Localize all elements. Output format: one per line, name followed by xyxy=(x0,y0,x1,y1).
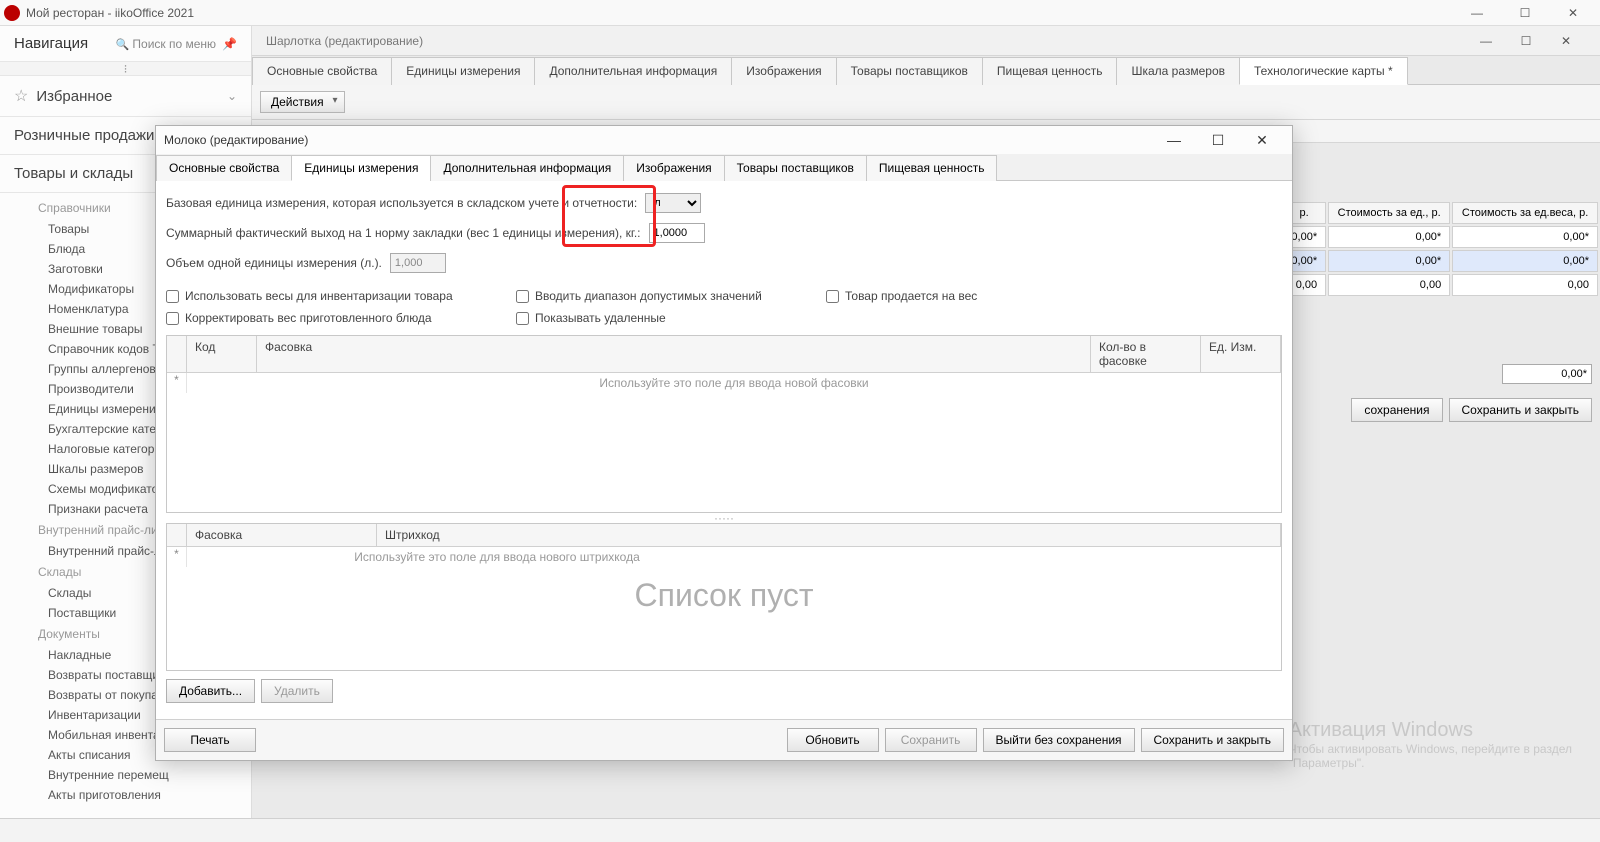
save-button[interactable]: Сохранить xyxy=(885,728,977,752)
dialog-tab[interactable]: Товары поставщиков xyxy=(724,155,867,181)
input-range-checkbox[interactable] xyxy=(516,290,529,303)
bg-exit-button[interactable]: сохранения xyxy=(1351,398,1442,422)
dialog-title: Молоко (редактирование) xyxy=(164,133,1152,147)
col-unit[interactable]: Ед. Изм. xyxy=(1201,336,1281,372)
volume-input xyxy=(390,253,446,273)
base-unit-select[interactable]: л xyxy=(645,193,701,213)
show-deleted-checkbox[interactable] xyxy=(516,312,529,325)
save-close-button[interactable]: Сохранить и закрыть xyxy=(1141,728,1284,752)
new-row-icon: * xyxy=(167,547,187,567)
base-unit-label: Базовая единица измерения, которая испол… xyxy=(166,196,637,210)
chevron-down-icon[interactable]: ⌄ xyxy=(227,89,237,103)
tab[interactable]: Основные свойства xyxy=(252,57,392,85)
window-maximize-button[interactable]: ☐ xyxy=(1502,1,1548,25)
pin-icon[interactable]: 📌 xyxy=(222,37,237,51)
document-tabs: Основные свойстваЕдиницы измеренияДополн… xyxy=(252,56,1600,85)
cost-table: р.Стоимость за ед., р.Стоимость за ед.ве… xyxy=(1280,200,1600,298)
bg-save-close-button[interactable]: Сохранить и закрыть xyxy=(1449,398,1592,422)
dialog-tab[interactable]: Единицы измерения xyxy=(291,155,431,181)
tree-item[interactable]: Акты приготовления xyxy=(0,785,251,805)
dialog-close-button[interactable]: ✕ xyxy=(1240,127,1284,153)
use-scales-checkbox[interactable] xyxy=(166,290,179,303)
col-barcode[interactable]: Штрихкод xyxy=(377,524,1281,546)
window-minimize-button[interactable]: — xyxy=(1454,1,1500,25)
app-titlebar: Мой ресторан - iikoOffice 2021 — ☐ ✕ xyxy=(0,0,1600,26)
doc-close-button[interactable]: ✕ xyxy=(1546,29,1586,53)
tab[interactable]: Дополнительная информация xyxy=(534,57,732,85)
tab[interactable]: Товары поставщиков xyxy=(836,57,983,85)
delete-button[interactable]: Удалить xyxy=(261,679,333,703)
packaging-grid[interactable]: Код Фасовка Кол-во в фасовке Ед. Изм. * … xyxy=(166,335,1282,513)
windows-activation-watermark: Активация Windows Чтобы активировать Win… xyxy=(1289,719,1572,770)
dialog-tab[interactable]: Дополнительная информация xyxy=(430,155,624,181)
tab[interactable]: Технологические карты * xyxy=(1239,57,1408,85)
document-titlebar: Шарлотка (редактирование) — ☐ ✕ xyxy=(252,26,1600,56)
add-button[interactable]: Добавить... xyxy=(166,679,255,703)
col-packaging2[interactable]: Фасовка xyxy=(187,524,377,546)
product-edit-dialog: Молоко (редактирование) — ☐ ✕ Основные с… xyxy=(155,125,1293,761)
tab[interactable]: Пищевая ценность xyxy=(982,57,1118,85)
dialog-tab[interactable]: Пищевая ценность xyxy=(866,155,998,181)
dialog-tab[interactable]: Изображения xyxy=(623,155,724,181)
weight-label: Суммарный фактический выход на 1 норму з… xyxy=(166,226,641,240)
refresh-button[interactable]: Обновить xyxy=(787,728,879,752)
dialog-maximize-button[interactable]: ☐ xyxy=(1196,127,1240,153)
dialog-minimize-button[interactable]: — xyxy=(1152,127,1196,153)
doc-minimize-button[interactable]: — xyxy=(1466,29,1506,53)
favorites-panel[interactable]: ☆ Избранное ⌄ xyxy=(0,76,251,117)
status-bar xyxy=(0,818,1600,842)
barcode-grid[interactable]: Фасовка Штрихкод * Используйте это поле … xyxy=(166,523,1282,671)
col-code[interactable]: Код xyxy=(187,336,257,372)
empty-list-text: Список пуст xyxy=(167,567,1281,614)
dialog-tab[interactable]: Основные свойства xyxy=(156,155,292,181)
barcode-new-row-placeholder[interactable]: Используйте это поле для ввода нового шт… xyxy=(187,547,807,567)
exit-no-save-button[interactable]: Выйти без сохранения xyxy=(983,728,1135,752)
total-field[interactable] xyxy=(1502,364,1592,384)
print-button[interactable]: Печать xyxy=(164,728,256,752)
weight-input[interactable] xyxy=(649,223,705,243)
tab[interactable]: Изображения xyxy=(731,57,836,85)
doc-maximize-button[interactable]: ☐ xyxy=(1506,29,1546,53)
document-title: Шарлотка (редактирование) xyxy=(266,34,1466,48)
packaging-new-row-placeholder[interactable]: Используйте это поле для ввода новой фас… xyxy=(187,373,1281,393)
volume-label: Объем одной единицы измерения (л.). xyxy=(166,256,382,270)
correct-weight-checkbox[interactable] xyxy=(166,312,179,325)
tab[interactable]: Единицы измерения xyxy=(391,57,535,85)
nav-title: Навигация xyxy=(14,35,116,52)
col-qty[interactable]: Кол-во в фасовке xyxy=(1091,336,1201,372)
sidebar-collapse-handle[interactable]: ⁝ xyxy=(0,62,251,76)
app-icon xyxy=(4,5,20,21)
tree-item[interactable]: Внутренние перемещ xyxy=(0,765,251,785)
search-menu-link[interactable]: 🔍 Поиск по меню xyxy=(116,37,216,51)
star-icon: ☆ xyxy=(14,86,28,106)
sold-by-weight-checkbox[interactable] xyxy=(826,290,839,303)
app-title: Мой ресторан - iikoOffice 2021 xyxy=(26,6,1454,20)
actions-dropdown[interactable]: Действия xyxy=(260,91,345,113)
col-packaging[interactable]: Фасовка xyxy=(257,336,1091,372)
tab[interactable]: Шкала размеров xyxy=(1116,57,1240,85)
favorites-label: Избранное xyxy=(36,88,227,105)
new-row-icon: * xyxy=(167,373,187,393)
window-close-button[interactable]: ✕ xyxy=(1550,1,1596,25)
dialog-tabs: Основные свойстваЕдиницы измеренияДополн… xyxy=(156,154,1292,181)
grid-splitter[interactable]: ····· xyxy=(166,513,1282,523)
